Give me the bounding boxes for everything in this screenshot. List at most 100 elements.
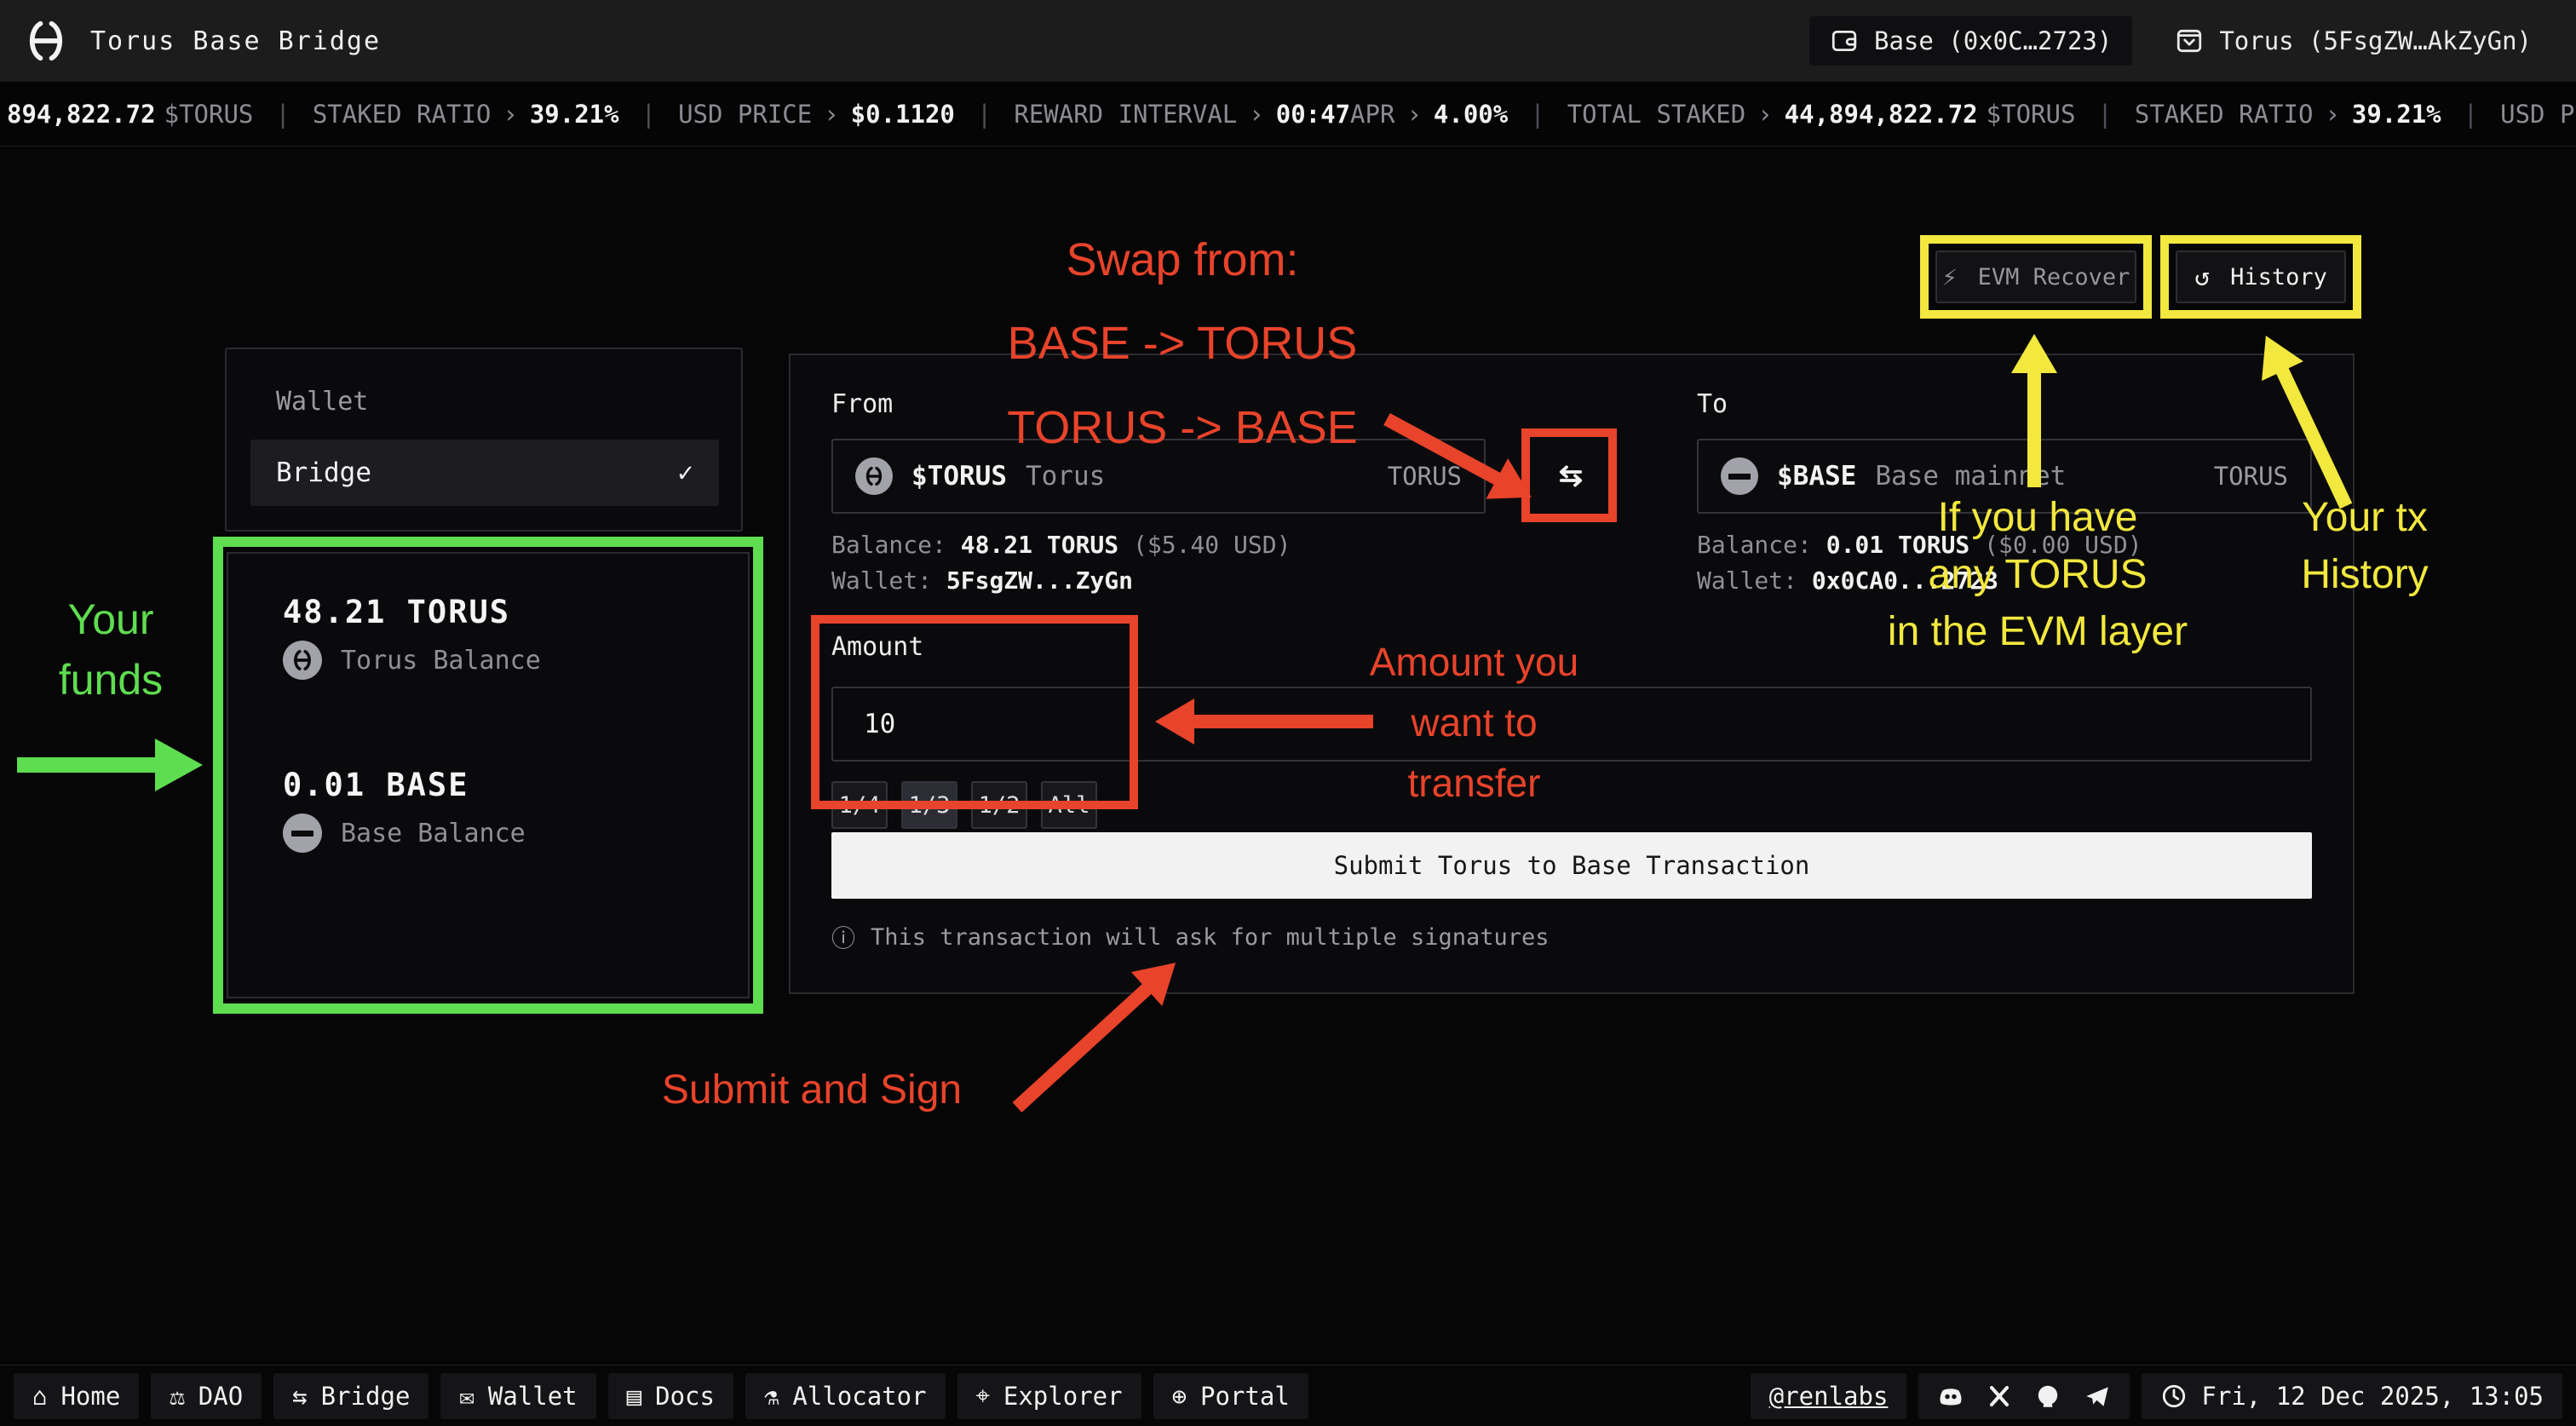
to-token-symbol: $BASE [1777,461,1856,492]
nav-bridge-button[interactable]: ⇆ Bridge [273,1373,428,1419]
top-header: Torus Base Bridge Base (0x0C…2723) Torus… [0,0,2576,82]
ticker-separator: | [275,100,290,129]
funds-annotation-note: Your funds [26,589,196,710]
explorer-icon: ⌖ [976,1381,990,1411]
fraction-all-button[interactable]: All [1041,781,1097,829]
ticker-separator: | [2464,100,2478,129]
fraction-half-button[interactable]: 1/2 [971,781,1027,829]
to-wallet-label: Wallet: [1697,566,1797,595]
from-balance-label: Balance: [831,531,946,559]
ticker-arrow: › [503,100,517,129]
from-label: From [831,389,893,419]
torus-wallet-button[interactable]: Torus (5FsgZW…AkZyGn) [2154,16,2552,66]
submit-transaction-button[interactable]: Submit Torus to Base Transaction [831,832,2312,899]
to-wallet-address: 0x0CA0...2723 [1812,566,1998,595]
swap-note-line: Swap from: [961,218,1404,302]
ticker-separator: | [1530,100,1544,129]
from-wallet-label: Wallet: [831,566,932,595]
evm-recover-label: EVM Recover [1978,264,2130,290]
nav-portal-label: Portal [1200,1382,1290,1411]
torus-coin-icon [855,457,893,495]
ticker-arrow: › [1757,100,1772,129]
from-balance-usd: ($5.40 USD) [1133,531,1291,559]
x-icon[interactable] [1987,1383,2012,1409]
nav-allocator-button[interactable]: ⚗ Allocator [745,1373,946,1419]
ticker-arrow: › [1249,100,1263,129]
ticker-label: REWARD INTERVAL [1014,100,1237,129]
portal-icon: ⊕ [1172,1382,1187,1411]
nav-dao-label: DAO [198,1382,243,1411]
base-coin-icon [1721,457,1758,495]
swap-direction-button[interactable] [1538,444,1603,509]
nav-explorer-button[interactable]: ⌖ Explorer [957,1373,1141,1419]
lightning-icon: ⚡ [1942,262,1958,292]
history-icon: ↺ [2194,262,2210,292]
ticker-value: 894,822.72 [7,100,156,129]
base-wallet-icon [1830,26,1859,55]
torus-balance-amount: 48.21 TORUS [283,594,510,630]
base-wallet-button[interactable]: Base (0x0C…2723) [1809,16,2132,66]
wallet-nav-panel: Wallet Bridge ✓ [225,348,743,532]
bridge-item-label: Bridge [276,457,371,488]
signatures-info-text: This transaction will ask for multiple s… [871,924,1550,951]
ticker-value: 00:47 [1276,100,1350,129]
ticker-value: 4.00% [1434,100,1508,129]
datetime-text: Fri, 12 Dec 2025, 13:05 [2201,1382,2544,1411]
to-balance-usd: ($0.00 USD) [1984,531,2142,559]
app-title: Torus Base Bridge [90,26,381,56]
ticker-label: TOTAL STAKED [1567,100,1746,129]
torus-balance-label: Torus Balance [341,646,541,676]
from-balance-value: 48.21 TORUS [961,531,1118,559]
ticker-right-group: APR › 4.00% | TOTAL STAKED › 44,894,822.… [1350,100,2576,129]
torus-balance-row: Torus Balance [283,641,541,680]
bridge-arrows-icon: ⇆ [292,1382,307,1411]
ticker-label: USD PRICE [678,100,812,129]
ticker-suffix: $TORUS [164,100,254,129]
renlabs-link[interactable]: @renlabs [1751,1373,1907,1419]
ticker-arrow: › [824,100,838,129]
bottom-nav-bar: ⌂ Home ⚖ DAO ⇆ Bridge ✉ Wallet ▤ Docs ⚗ … [0,1365,2576,1426]
renlabs-handle: @renlabs [1769,1382,1889,1411]
fraction-third-button[interactable]: 1/3 [901,781,957,829]
telegram-icon[interactable] [2084,1383,2111,1410]
ticker-label: STAKED RATIO [313,100,492,129]
from-token-symbol: $TORUS [911,461,1007,492]
docs-icon: ▤ [627,1382,641,1411]
from-unit: TORUS [1388,462,1462,491]
ticker-value: 39.21% [2352,100,2441,129]
signatures-info-row: ⓘ This transaction will ask for multiple… [831,920,1550,954]
amount-input[interactable] [831,687,2312,762]
from-network-name: Torus [1026,461,1105,492]
nav-docs-button[interactable]: ▤ Docs [608,1373,733,1419]
nav-portal-button[interactable]: ⊕ Portal [1153,1373,1308,1419]
sidebar-item-bridge[interactable]: Bridge ✓ [250,440,719,506]
check-icon: ✓ [677,457,693,488]
discord-icon[interactable] [1937,1383,1964,1410]
to-token-select[interactable]: $BASE Base mainnet TORUS [1697,439,2312,514]
history-button[interactable]: ↺ History [2176,250,2346,303]
info-icon: ⓘ [831,920,855,954]
to-wallet-line: Wallet: 0x0CA0...2723 [1697,566,1998,595]
base-balance-label: Base Balance [341,819,526,848]
nav-wallet-button[interactable]: ✉ Wallet [440,1373,595,1419]
ticker-suffix: $TORUS [1987,100,2076,129]
amount-label: Amount [831,632,923,662]
funds-note-line: Your [26,589,196,650]
nav-allocator-label: Allocator [792,1382,926,1411]
torus-wallet-icon [2175,26,2204,55]
app-screen: Torus Base Bridge Base (0x0C…2723) Torus… [0,0,2576,1426]
nav-home-button[interactable]: ⌂ Home [14,1373,139,1419]
torus-logo-icon [24,19,68,63]
evm-recover-button[interactable]: ⚡ EVM Recover [1935,250,2136,303]
base-balance-row: Base Balance [283,814,526,853]
ticker-arrow: › [1406,100,1421,129]
nav-dao-button[interactable]: ⚖ DAO [151,1373,262,1419]
scales-icon: ⚖ [170,1382,184,1411]
ticker-separator: | [641,100,656,129]
balances-card: 48.21 TORUS Torus Balance 0.01 BASE Base… [227,552,750,998]
fraction-quarter-button[interactable]: 1/4 [831,781,888,829]
from-token-select[interactable]: $TORUS Torus TORUS [831,439,1486,514]
social-links [1918,1373,2130,1419]
github-icon[interactable] [2034,1383,2061,1410]
base-balance-amount: 0.01 BASE [283,767,469,803]
